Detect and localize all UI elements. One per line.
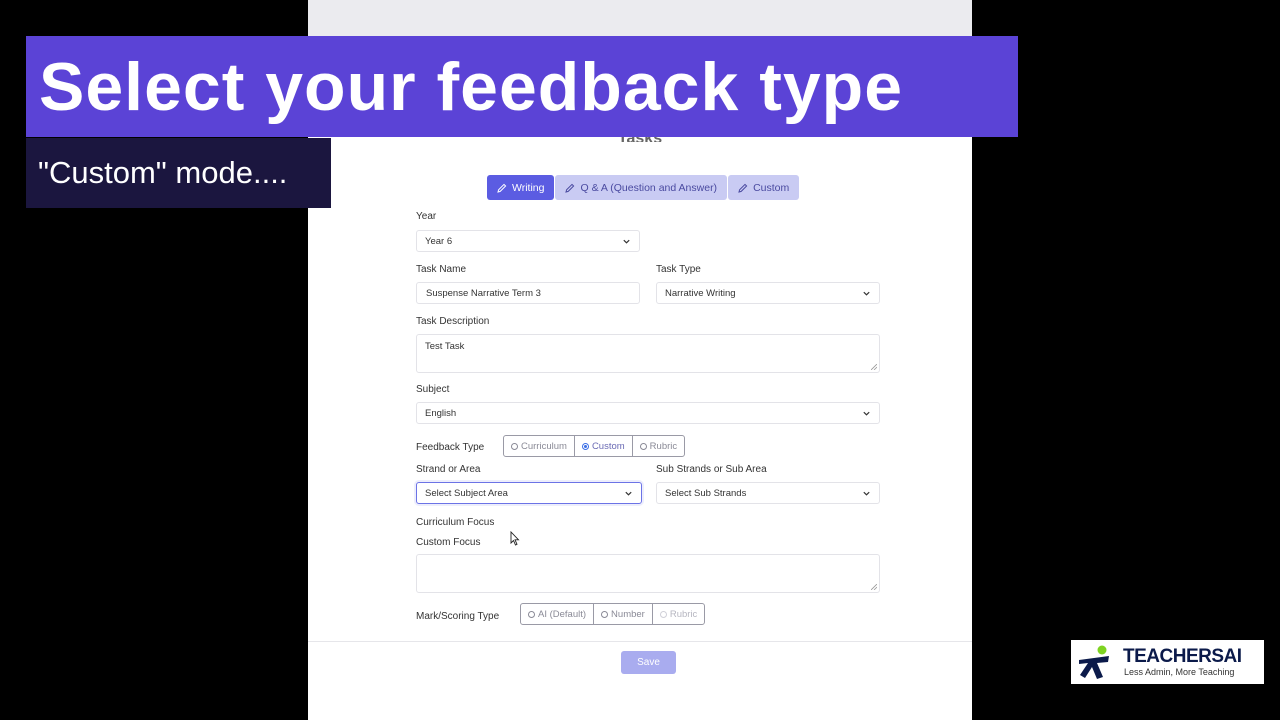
task-mode-tabs: Writing Q & A (Question and Answer) Cust… <box>487 175 800 200</box>
pencil-icon <box>497 183 507 193</box>
scoring-type-radio-group: AI (Default) Number Rubric <box>520 603 706 625</box>
chevron-down-icon <box>863 411 870 416</box>
feedback-option-custom[interactable]: Custom <box>575 436 633 456</box>
tab-custom[interactable]: Custom <box>728 175 800 200</box>
task-name-input[interactable]: Suspense Narrative Term 3 <box>416 282 640 304</box>
subject-select[interactable]: English <box>416 402 880 424</box>
sub-strand-label: Sub Strands or Sub Area <box>656 464 767 475</box>
feedback-type-label: Feedback Type <box>416 442 485 453</box>
task-type-label: Task Type <box>656 264 701 275</box>
resize-handle-icon[interactable] <box>871 584 877 590</box>
custom-focus-textarea[interactable] <box>416 554 880 593</box>
headline-banner: Select your feedback type <box>26 36 1018 137</box>
logo-tagline: Less Admin, More Teaching <box>1124 666 1235 677</box>
scoring-option-rubric[interactable]: Rubric <box>653 604 704 624</box>
tab-question-and-answer[interactable]: Q & A (Question and Answer) <box>555 175 728 200</box>
chevron-down-icon <box>863 491 870 496</box>
task-description-label: Task Description <box>416 316 490 327</box>
scoring-type-label: Mark/Scoring Type <box>416 611 500 622</box>
curriculum-focus-label: Curriculum Focus <box>416 517 495 528</box>
year-select[interactable]: Year 6 <box>416 230 640 252</box>
save-button[interactable]: Save <box>621 651 676 674</box>
option-label: Number <box>611 608 645 620</box>
chevron-down-icon <box>625 491 632 496</box>
radio-selected-icon <box>581 442 589 450</box>
scoring-option-number[interactable]: Number <box>594 604 653 624</box>
subject-value: English <box>425 407 457 419</box>
radio-icon <box>639 442 647 450</box>
custom-focus-label: Custom Focus <box>416 537 481 548</box>
headline-text: Select your feedback type <box>39 48 904 125</box>
resize-handle-icon[interactable] <box>871 364 877 370</box>
feedback-option-curriculum[interactable]: Curriculum <box>504 436 575 456</box>
task-description-value: Test Task <box>425 341 465 352</box>
radio-icon <box>601 610 609 618</box>
logo-name: TEACHERSAI <box>1123 645 1242 667</box>
panel-header-bar <box>308 0 972 36</box>
task-type-select[interactable]: Narrative Writing <box>656 282 880 304</box>
radio-icon <box>528 610 535 618</box>
option-label: Rubric <box>649 440 678 452</box>
teachersai-mark-icon <box>1079 645 1109 679</box>
tab-label: Custom <box>753 181 790 194</box>
strand-placeholder: Select Subject Area <box>425 487 508 499</box>
task-name-label: Task Name <box>416 264 467 275</box>
chevron-down-icon <box>623 239 630 244</box>
strand-select[interactable]: Select Subject Area <box>416 482 642 504</box>
strand-label: Strand or Area <box>416 464 481 475</box>
task-description-textarea[interactable]: Test Task <box>416 334 880 373</box>
year-value: Year 6 <box>425 235 453 247</box>
footer-divider <box>308 641 972 642</box>
radio-icon <box>659 610 667 618</box>
option-label: Custom <box>591 440 625 452</box>
task-name-value: Suspense Narrative Term 3 <box>426 287 541 299</box>
tab-label: Q & A (Question and Answer) <box>580 181 718 194</box>
pencil-icon <box>565 183 575 193</box>
task-type-value: Narrative Writing <box>665 287 736 299</box>
sub-strand-placeholder: Select Sub Strands <box>665 487 747 499</box>
scoring-option-ai-default[interactable]: AI (Default) <box>521 604 595 624</box>
subheadline-banner: "Custom" mode.... <box>26 138 331 208</box>
video-frame: Tasks Writing Q & A (Question and Answer… <box>0 0 1280 720</box>
feedback-option-rubric[interactable]: Rubric <box>633 436 684 456</box>
teachersai-logo: TEACHERSAI Less Admin, More Teaching <box>1071 640 1264 684</box>
option-label: Rubric <box>669 608 698 620</box>
radio-icon <box>511 442 518 450</box>
feedback-type-radio-group: Curriculum Custom Rubric <box>503 435 686 457</box>
pencil-icon <box>738 183 748 193</box>
chevron-down-icon <box>863 291 870 296</box>
year-label: Year <box>416 211 437 222</box>
tab-writing[interactable]: Writing <box>487 175 555 200</box>
tab-label: Writing <box>512 181 545 194</box>
option-label: Curriculum <box>521 440 567 452</box>
subheadline-text: "Custom" mode.... <box>38 155 288 190</box>
option-label: AI (Default) <box>538 608 587 620</box>
sub-strand-select[interactable]: Select Sub Strands <box>656 482 880 504</box>
mouse-cursor-icon <box>510 531 520 546</box>
subject-label: Subject <box>416 384 450 395</box>
